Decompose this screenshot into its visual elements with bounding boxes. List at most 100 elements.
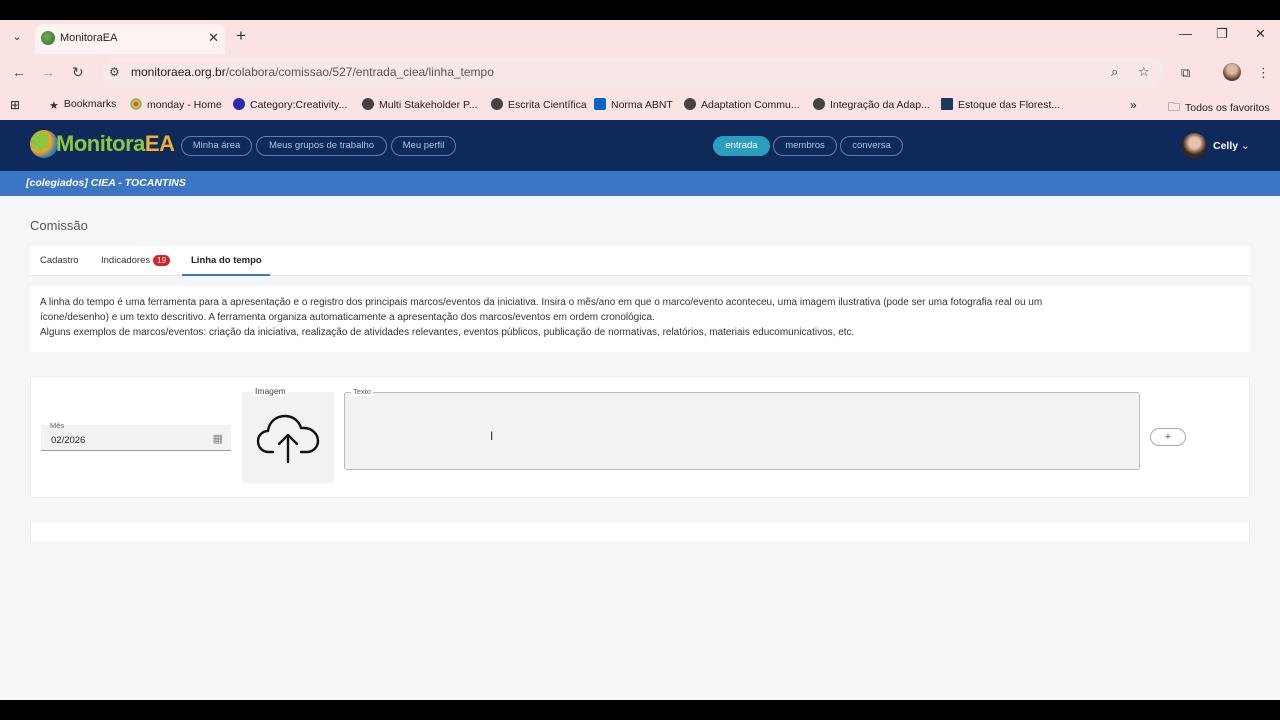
nav-meu-perfil[interactable]: Meu perfil xyxy=(391,136,456,156)
bookmark-label: Norma ABNT xyxy=(611,99,673,111)
bookmark-item[interactable]: ★ Bookmarks xyxy=(49,98,116,112)
browser-tab[interactable]: MonitoraEA ✕ xyxy=(35,24,225,54)
context-bar: [colegiados] CIEA - TOCANTINS xyxy=(0,171,1280,196)
bookmark-item[interactable]: Multi Stakeholder P... xyxy=(362,98,477,111)
bookmarks-bar: ⊞ ★ Bookmarks monday - Home Category:Crea… xyxy=(0,92,1280,120)
url-path: /colabora/comissao/527/entrada_ciea/linh… xyxy=(225,65,494,79)
browser-chrome: ⌄ MonitoraEA ✕ + — ❐ ✕ ← → ↻ ⚙ monitorae… xyxy=(0,20,1280,120)
nav-conversa[interactable]: conversa xyxy=(840,136,903,156)
mes-label: Mês xyxy=(50,421,65,430)
tab-cadastro[interactable]: Cadastro xyxy=(40,255,79,266)
web-page: MonitoraEA Minha área Meus grupos de tra… xyxy=(0,120,1280,700)
indicadores-count-badge: 19 xyxy=(153,255,171,266)
logo-text-left: Monitora xyxy=(56,131,145,156)
minimize-icon[interactable]: — xyxy=(1179,26,1192,41)
address-bar[interactable]: ⚙ monitoraea.org.br/colabora/comissao/52… xyxy=(102,58,1164,88)
mes-value[interactable]: 02/2026 xyxy=(51,435,85,446)
user-name-text: Celly xyxy=(1213,140,1239,152)
profile-avatar-icon[interactable] xyxy=(1223,63,1241,81)
texto-label: Texto xyxy=(351,387,373,396)
active-tab-underline xyxy=(182,274,270,276)
nav-entrada[interactable]: entrada xyxy=(713,136,770,156)
description-line: ícone/desenho) e um texto descritivo. A … xyxy=(40,312,655,323)
logo-text-right: EA xyxy=(144,131,175,156)
monday-icon xyxy=(130,98,142,110)
bookmark-label: Bookmarks xyxy=(63,98,117,110)
tab-bar: Cadastro Indicadores 19 Linha do tempo xyxy=(30,246,1250,276)
add-entry-button[interactable]: + xyxy=(1150,428,1186,446)
screen: ⌄ MonitoraEA ✕ + — ❐ ✕ ← → ↻ ⚙ monitorae… xyxy=(0,0,1280,720)
globe-icon xyxy=(362,98,374,110)
all-bookmarks-label: Todos os favoritos xyxy=(1185,102,1270,114)
bookmark-item[interactable]: Adaptation Commu... xyxy=(684,98,800,111)
bookmark-item[interactable]: Integração da Adap... xyxy=(813,98,930,111)
bookmark-item[interactable]: Estoque das Florest... xyxy=(941,98,1060,111)
tab-linha-do-tempo[interactable]: Linha do tempo xyxy=(191,255,262,266)
monitoraea-favicon-icon xyxy=(41,31,55,45)
nav-membros[interactable]: membros xyxy=(773,136,837,156)
close-tab-icon[interactable]: ✕ xyxy=(208,30,219,46)
flag-icon xyxy=(941,98,953,110)
linkedin-icon xyxy=(594,98,606,110)
bookmark-label: Multi Stakeholder P... xyxy=(379,99,478,111)
star-icon: ★ xyxy=(49,100,59,112)
zoom-icon[interactable]: ⌕ xyxy=(1111,64,1118,80)
new-tab-icon[interactable]: + xyxy=(236,26,246,46)
mes-field[interactable]: Mês 02/2026 ▦ xyxy=(41,421,231,451)
timeline-list xyxy=(30,521,1250,543)
reload-icon[interactable]: ↻ xyxy=(72,64,84,81)
back-icon[interactable]: ← xyxy=(12,64,26,80)
bookmark-item[interactable]: Escrita Científica xyxy=(491,98,587,111)
window-close-icon[interactable]: ✕ xyxy=(1255,26,1266,42)
bookmark-item[interactable]: Category:Creativity... xyxy=(233,98,347,111)
tab-indicadores-label: Indicadores xyxy=(101,255,151,266)
globe-logo-icon xyxy=(30,130,58,158)
text-cursor-icon: I xyxy=(490,429,494,443)
bookmark-label: Integração da Adap... xyxy=(830,99,930,111)
bookmark-star-icon[interactable]: ☆ xyxy=(1138,64,1150,80)
menu-kebab-icon[interactable]: ⋮ xyxy=(1257,65,1270,81)
extensions-icon[interactable]: ⧉ xyxy=(1181,65,1190,81)
globe-icon xyxy=(813,98,825,110)
tab-indicadores[interactable]: Indicadores 19 xyxy=(101,255,171,266)
calendar-icon[interactable]: ▦ xyxy=(213,432,223,445)
bookmark-label: monday - Home xyxy=(147,99,222,111)
bookmark-label: Category:Creativity... xyxy=(250,99,348,111)
url-host: monitoraea.org.br xyxy=(131,65,226,79)
user-name: Celly ⌄ xyxy=(1213,140,1250,152)
cloud-upload-icon xyxy=(256,414,320,464)
page-title: Comissão xyxy=(30,218,88,233)
bookmark-label: Estoque das Florest... xyxy=(958,99,1061,111)
timeline-entry-form: Mês 02/2026 ▦ Imagem Texto I + xyxy=(30,376,1250,498)
logo-text: MonitoraEA xyxy=(56,131,175,157)
restore-icon[interactable]: ❐ xyxy=(1216,26,1228,42)
url-text[interactable]: monitoraea.org.br/colabora/comissao/527/… xyxy=(131,65,494,79)
more-bookmarks-icon[interactable]: » xyxy=(1130,98,1137,112)
globe-icon xyxy=(491,98,503,110)
app-header: MonitoraEA Minha área Meus grupos de tra… xyxy=(0,120,1280,171)
forward-icon[interactable]: → xyxy=(41,64,55,80)
site-info-icon[interactable]: ⚙ xyxy=(109,65,120,79)
tab-title: MonitoraEA xyxy=(60,32,118,44)
apps-grid-icon[interactable]: ⊞ xyxy=(10,98,20,112)
description-box: A linha do tempo é uma ferramenta para a… xyxy=(30,286,1250,352)
browser-toolbar: ← → ↻ ⚙ monitoraea.org.br/colabora/comis… xyxy=(0,54,1280,92)
tab-strip: ⌄ MonitoraEA ✕ + — ❐ ✕ xyxy=(0,20,1280,54)
context-title: [colegiados] CIEA - TOCANTINS xyxy=(26,177,186,189)
texto-textarea[interactable]: Texto I xyxy=(344,387,1140,470)
nav-minha-area[interactable]: Minha área xyxy=(181,136,252,156)
nav-meus-grupos[interactable]: Meus grupos de trabalho xyxy=(256,136,387,156)
globe-icon xyxy=(684,98,696,110)
image-upload[interactable]: Imagem xyxy=(242,386,334,483)
bookmark-label: Escrita Científica xyxy=(508,99,587,111)
imagem-label: Imagem xyxy=(253,386,288,396)
description-line: Alguns exemplos de marcos/eventos: criaç… xyxy=(40,327,855,338)
bookmark-item[interactable]: monday - Home xyxy=(130,98,222,111)
bookmark-item[interactable]: Norma ABNT xyxy=(594,98,673,111)
all-bookmarks[interactable]: 🗀 Todos os favoritos xyxy=(1168,98,1270,119)
bookmark-label: Adaptation Commu... xyxy=(701,99,800,111)
tab-search-chevron-icon[interactable]: ⌄ xyxy=(8,28,26,46)
user-avatar xyxy=(1182,133,1207,158)
folder-icon: 🗀 xyxy=(1168,100,1181,114)
description-line: A linha do tempo é uma ferramenta para a… xyxy=(40,297,1043,308)
